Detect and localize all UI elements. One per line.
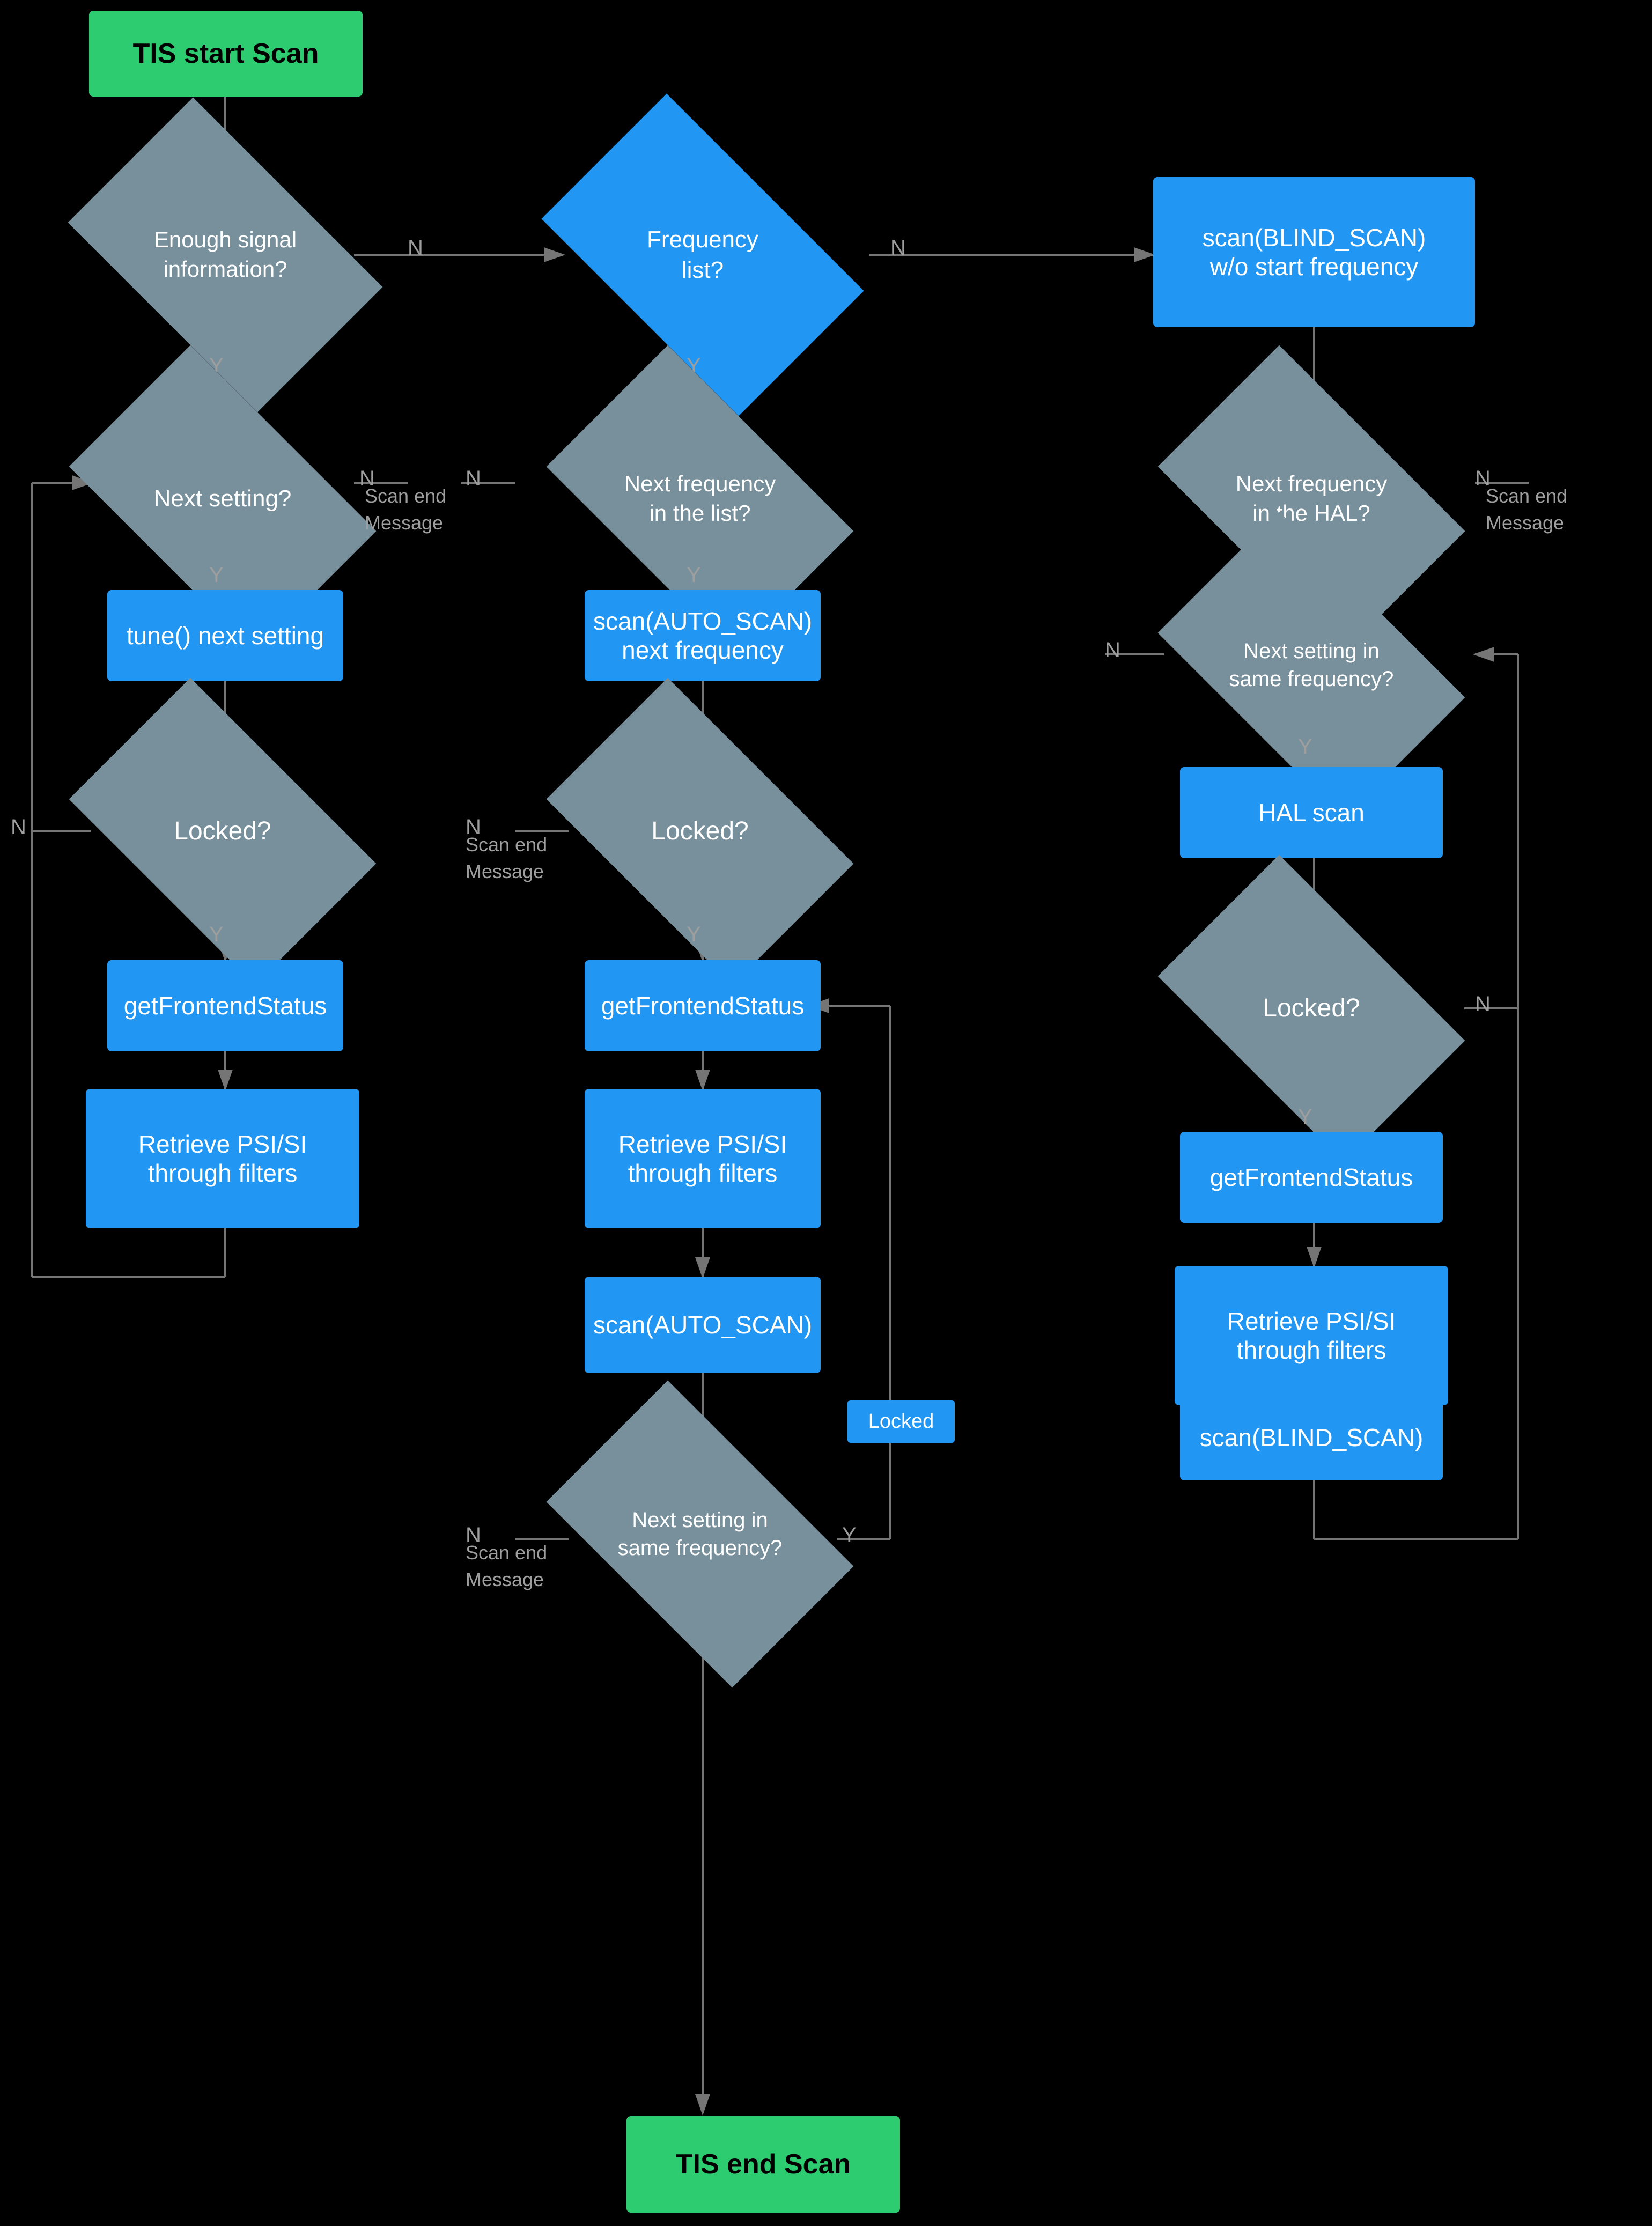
- label-y-next-freq-list: Y: [687, 563, 701, 587]
- rect-psi-right: Retrieve PSI/SI through filters: [1175, 1266, 1448, 1405]
- diamond-next-freq-list-label: Next frequency in the list?: [569, 413, 831, 585]
- rect-get-fe-left: getFrontendStatus: [107, 960, 343, 1051]
- rect-psi-right-label: Retrieve PSI/SI through filters: [1227, 1307, 1396, 1365]
- start-node: TIS start Scan: [89, 11, 363, 97]
- rect-psi-left-label: Retrieve PSI/SI through filters: [138, 1130, 307, 1188]
- label-y-next-setting: Y: [209, 563, 224, 587]
- label-n-freq-to-blind: N: [890, 236, 906, 260]
- rect-tune-next-label: tune() next setting: [127, 621, 324, 650]
- diamond-enough-signal-label: Enough signal information?: [91, 166, 359, 343]
- end-label: TIS end Scan: [676, 2148, 851, 2180]
- diamond-next-setting-same-mid-label: Next setting in same frequency?: [569, 1448, 831, 1620]
- rect-scan-auto-next-label: scan(AUTO_SCAN) next frequency: [593, 607, 812, 665]
- rect-blind-scan: scan(BLIND_SCAN): [1180, 1395, 1443, 1480]
- end-node: TIS end Scan: [626, 2116, 900, 2213]
- label-n-locked-right: N: [1475, 992, 1491, 1016]
- label-y-locked-mid: Y: [687, 923, 701, 947]
- rect-blind-scan-label: scan(BLIND_SCAN): [1200, 1423, 1424, 1452]
- label-y-next-setting-same-right: Y: [1298, 735, 1312, 759]
- rect-get-fe-mid: getFrontendStatus: [585, 960, 821, 1051]
- label-y-locked-left: Y: [209, 923, 224, 947]
- label-n-next-setting-same-right: N: [1105, 638, 1120, 662]
- diamond-locked-mid-label: Locked?: [569, 746, 831, 917]
- diamond-next-setting-label: Next setting?: [91, 413, 354, 585]
- rect-get-fe-right: getFrontendStatus: [1180, 1132, 1443, 1223]
- rect-hal-scan: HAL scan: [1180, 767, 1443, 858]
- rect-get-fe-right-label: getFrontendStatus: [1210, 1163, 1413, 1192]
- rect-tune-next: tune() next setting: [107, 590, 343, 681]
- rect-get-fe-mid-label: getFrontendStatus: [601, 991, 804, 1020]
- diamond-frequency-list: Frequency list?: [541, 93, 864, 416]
- scan-end-2: Scan end Message: [466, 831, 547, 886]
- start-label: TIS start Scan: [133, 38, 319, 70]
- label-n-locked-left: N: [11, 815, 26, 839]
- scan-end-4: Scan end Message: [1486, 483, 1567, 537]
- diamond-next-setting-same-mid: Next setting in same frequency?: [547, 1381, 854, 1688]
- scan-end-3: Scan end Message: [466, 1539, 547, 1594]
- rect-scan-auto: scan(AUTO_SCAN): [585, 1277, 821, 1373]
- rect-hal-scan-label: HAL scan: [1258, 798, 1365, 827]
- badge-locked-label: Locked: [868, 1410, 934, 1433]
- diamond-locked-left-label: Locked?: [91, 746, 354, 917]
- label-n-enough-to-freq: N: [408, 236, 423, 260]
- scan-end-1: Scan end Message: [365, 483, 446, 537]
- rect-get-fe-left-label: getFrontendStatus: [124, 991, 327, 1020]
- rect-scan-auto-label: scan(AUTO_SCAN): [593, 1310, 812, 1339]
- label-y-locked-right: Y: [1298, 1105, 1312, 1129]
- rect-scan-auto-next: scan(AUTO_SCAN) next frequency: [585, 590, 821, 681]
- diamond-enough-signal: Enough signal information?: [68, 98, 383, 412]
- label-n-next-freq-list: N: [466, 467, 481, 491]
- rect-psi-mid: Retrieve PSI/SI through filters: [585, 1089, 821, 1228]
- badge-locked: Locked: [847, 1400, 955, 1443]
- diamond-next-setting-same-right-label: Next setting in same frequency?: [1180, 579, 1443, 751]
- label-y-next-setting-same-mid: Y: [842, 1523, 857, 1547]
- diamond-locked-right-label: Locked?: [1180, 923, 1443, 1094]
- rect-psi-mid-label: Retrieve PSI/SI through filters: [618, 1130, 787, 1188]
- rect-blind-scan-no-start-label: scan(BLIND_SCAN) w/o start frequency: [1203, 223, 1426, 281]
- diamond-frequency-list-label: Frequency list?: [563, 166, 842, 343]
- rect-blind-scan-no-start: scan(BLIND_SCAN) w/o start frequency: [1153, 177, 1475, 327]
- rect-psi-left: Retrieve PSI/SI through filters: [86, 1089, 359, 1228]
